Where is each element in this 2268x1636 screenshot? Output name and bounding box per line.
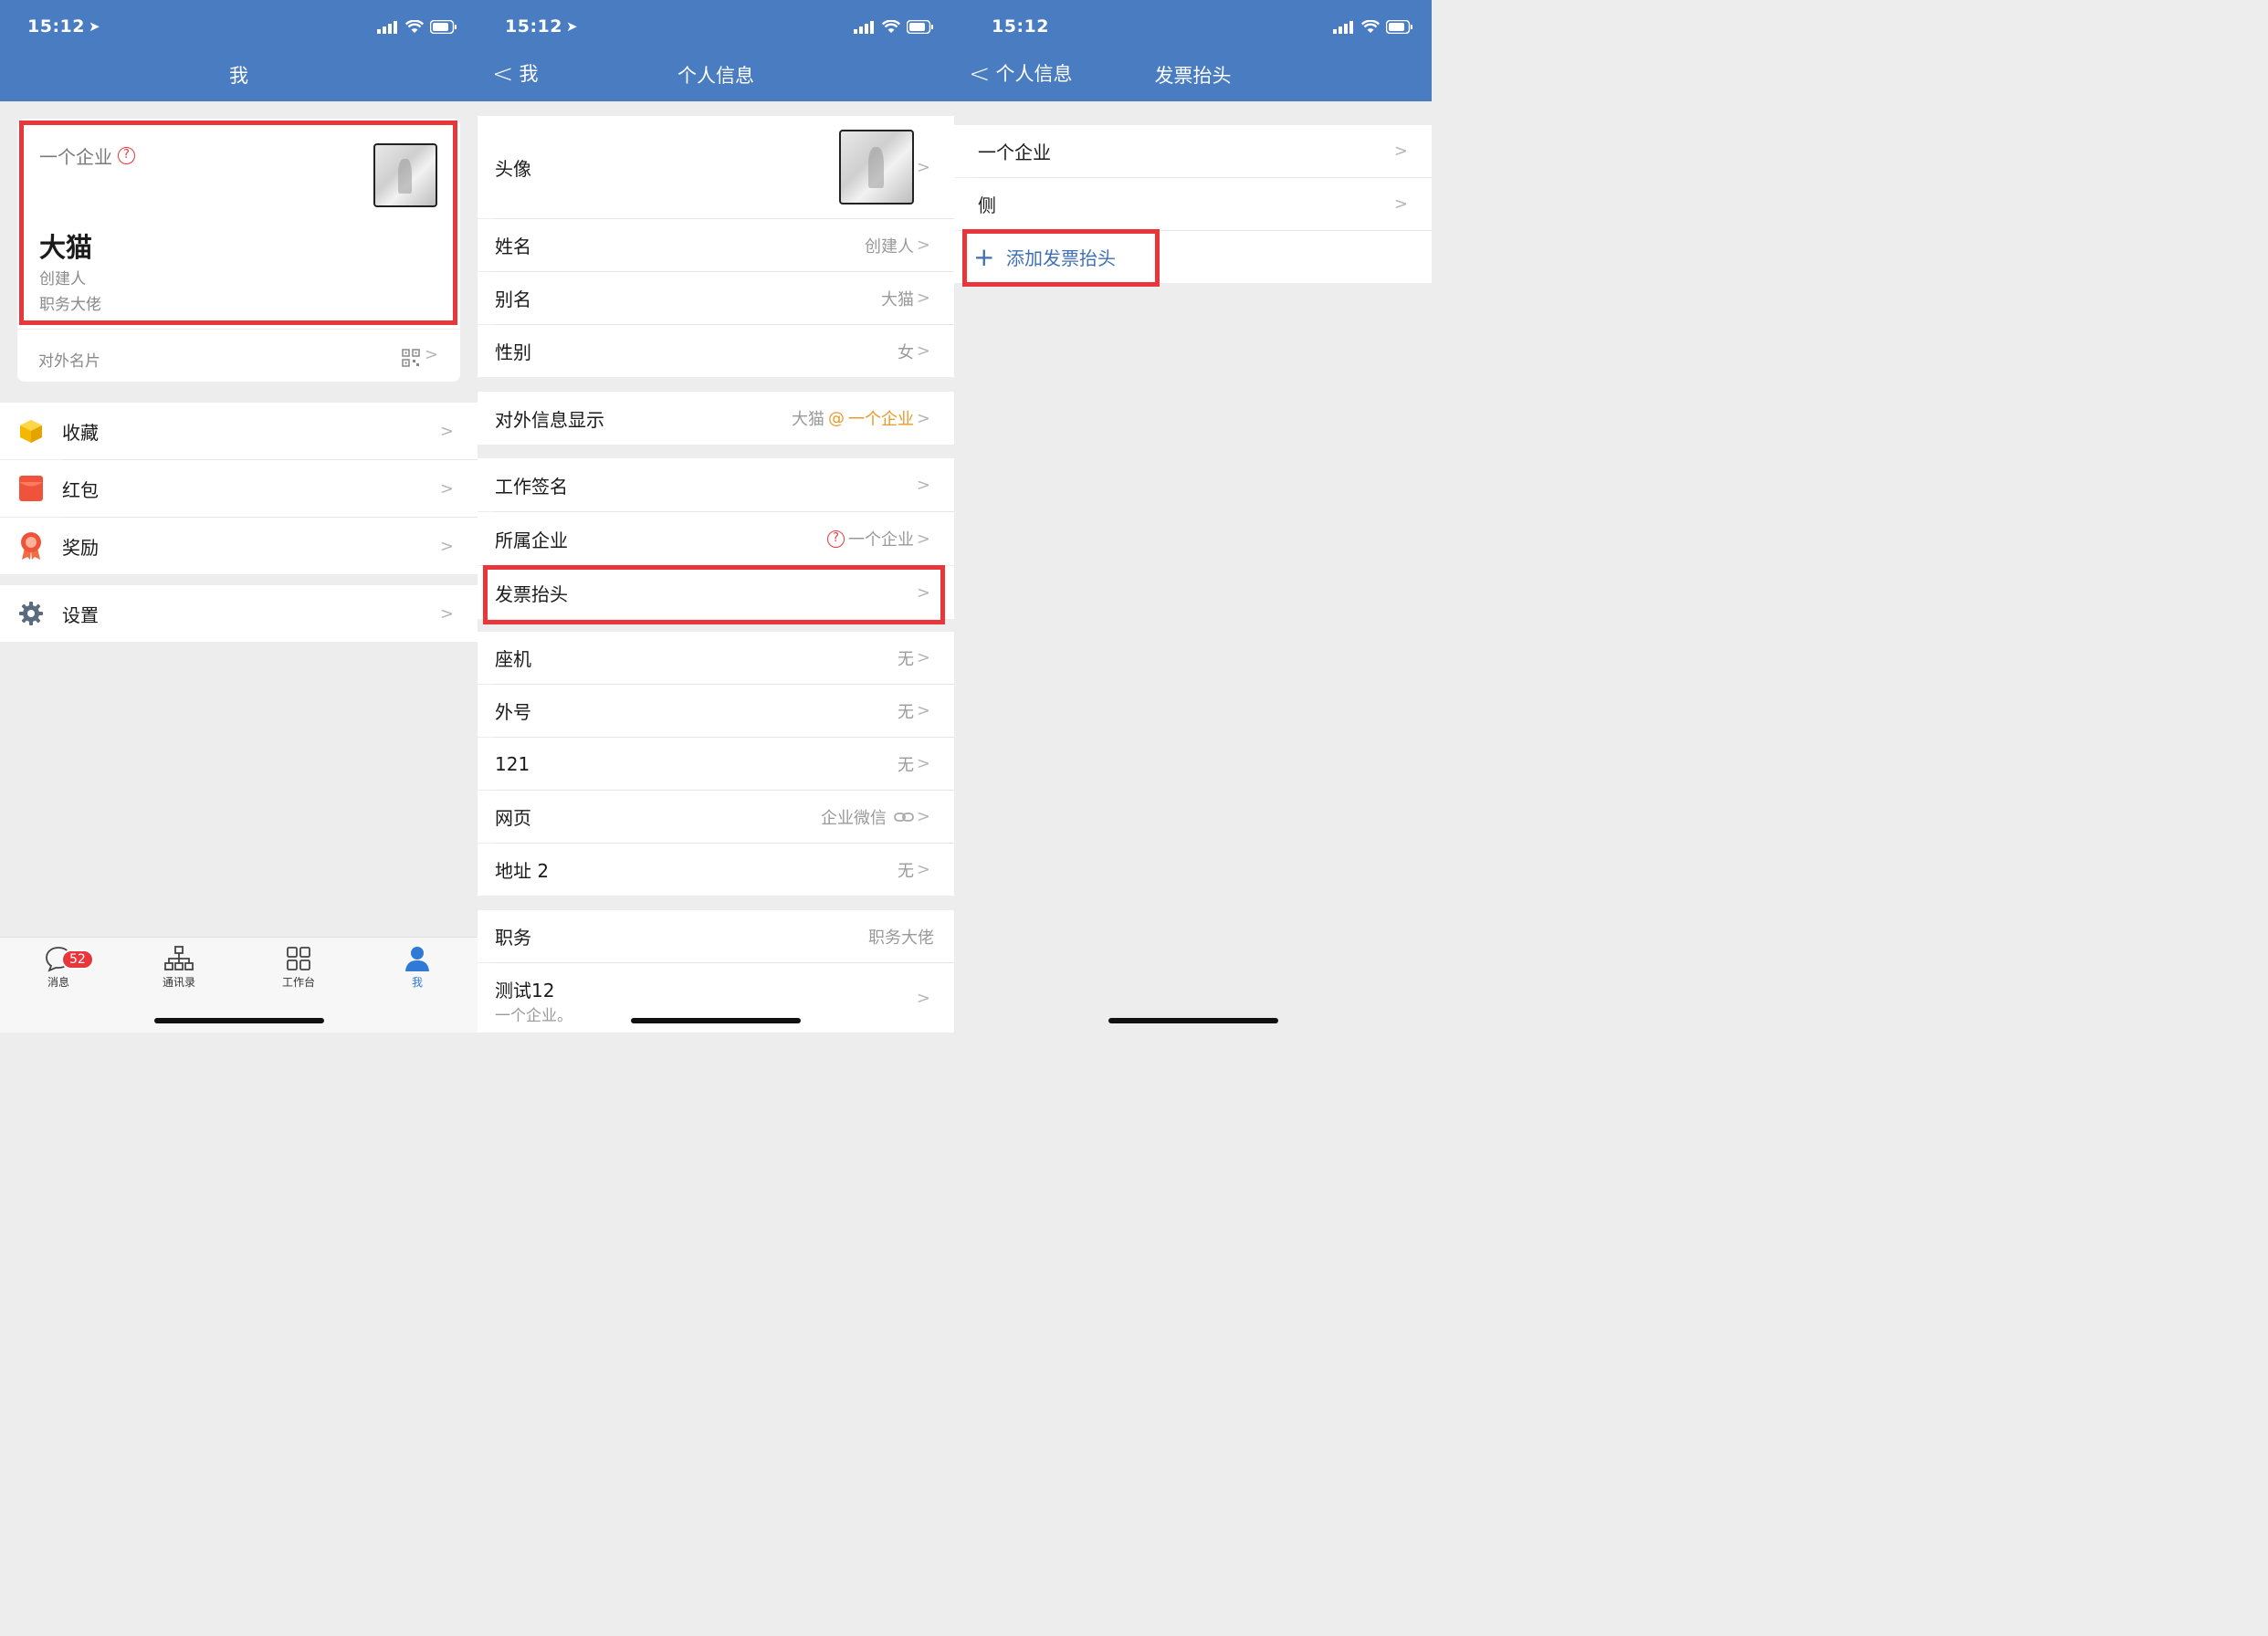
wifi-icon bbox=[405, 20, 424, 33]
battery-icon bbox=[1386, 20, 1412, 34]
chevron-right-icon: > bbox=[439, 603, 454, 624]
battery-icon bbox=[907, 20, 933, 34]
page-title: 个人信息 bbox=[677, 65, 754, 87]
home-indicator bbox=[1108, 1018, 1278, 1023]
status-icons bbox=[1333, 20, 1413, 34]
chevron-right-icon: > bbox=[439, 536, 454, 556]
work-signature-row[interactable]: 工作签名 > bbox=[478, 458, 954, 511]
page-title: 发票抬头 bbox=[1154, 65, 1232, 87]
status-time: 15:12 bbox=[992, 16, 1049, 37]
name-row[interactable]: 姓名 创建人 > bbox=[478, 219, 954, 271]
location-arrow-icon: ➤ bbox=[88, 18, 101, 35]
tab-workbench[interactable]: 工作台 bbox=[267, 945, 331, 990]
chevron-right-icon: > bbox=[1393, 194, 1408, 214]
status-time: 15:12 ➤ bbox=[505, 16, 579, 37]
company-row[interactable]: 所属企业 ? 一个企业 > bbox=[478, 512, 954, 565]
tab-bar: 消息 52 通讯录 工作台 我 bbox=[0, 937, 478, 1033]
chevron-right-icon: > bbox=[916, 157, 930, 177]
personal-info-screen: 15:12 ➤ < 我 个人信息 头像 > 姓名 创建人 > 别名 大猫 > 性别… bbox=[478, 0, 954, 1033]
wifi-icon bbox=[1361, 20, 1380, 33]
highlight-add-button bbox=[962, 229, 1160, 287]
webpage-row[interactable]: 网页 企业微信 > bbox=[478, 791, 954, 843]
me-screen: 15:12 ➤ 我 一个企业 ? 大猫 创建人 职务大佬 对外名片 > 收藏 > … bbox=[0, 0, 478, 1033]
nav-bar: 15:12 ➤ < 我 个人信息 bbox=[478, 0, 954, 101]
chevron-right-icon: > bbox=[916, 529, 930, 549]
chevron-right-icon: > bbox=[916, 860, 930, 879]
unread-badge: 52 bbox=[61, 949, 94, 970]
menu-settings[interactable]: 设置 > bbox=[0, 585, 478, 642]
location-arrow-icon: ➤ bbox=[565, 18, 579, 35]
box-icon bbox=[20, 420, 42, 443]
chevron-right-icon: > bbox=[916, 648, 930, 667]
highlight-profile-box bbox=[19, 121, 457, 325]
chevron-right-icon: > bbox=[916, 807, 930, 826]
chevron-right-icon: > bbox=[916, 408, 930, 428]
chevron-right-icon: > bbox=[916, 988, 930, 1008]
nickname-row[interactable]: 外号 无 > bbox=[478, 685, 954, 737]
chevron-right-icon: > bbox=[439, 421, 454, 441]
invoice-item[interactable]: 侧 > bbox=[954, 178, 1432, 230]
status-time: 15:12 ➤ bbox=[27, 16, 101, 37]
tab-contacts[interactable]: 通讯录 bbox=[147, 945, 211, 990]
address-row[interactable]: 地址 2 无 > bbox=[478, 844, 954, 896]
chevron-right-icon: > bbox=[916, 236, 930, 255]
help-icon[interactable]: ? bbox=[827, 530, 845, 548]
chevron-right-icon: > bbox=[916, 341, 930, 361]
battery-icon bbox=[430, 20, 457, 34]
home-indicator bbox=[153, 1018, 324, 1023]
org-chart-icon bbox=[164, 946, 194, 970]
highlight-invoice-row bbox=[483, 565, 945, 624]
chevron-right-icon: > bbox=[1393, 142, 1408, 161]
position-row: 职务 职务大佬 bbox=[478, 910, 954, 962]
chevron-right-icon: > bbox=[439, 478, 454, 498]
custom-121-row[interactable]: 121 无 > bbox=[478, 738, 954, 790]
gender-row[interactable]: 性别 女 > bbox=[478, 325, 954, 377]
tab-me[interactable]: 我 bbox=[385, 945, 449, 990]
page-title: 我 bbox=[229, 65, 248, 87]
nav-bar: 15:12 ➤ 我 bbox=[0, 0, 478, 101]
avatar bbox=[839, 130, 914, 204]
chevron-right-icon: > bbox=[916, 701, 930, 720]
external-card-label: 对外名片 bbox=[38, 352, 100, 371]
menu-favorites[interactable]: 收藏 > bbox=[0, 403, 478, 459]
external-card-row[interactable]: 对外名片 > bbox=[17, 329, 460, 382]
chevron-right-icon: > bbox=[424, 345, 438, 364]
invoice-title-screen: 15:12 < 个人信息 发票抬头 一个企业 > 侧 > + 添加发票抬头 bbox=[954, 0, 1432, 1033]
alias-row[interactable]: 别名 大猫 > bbox=[478, 272, 954, 324]
external-info-row[interactable]: 对外信息显示 大猫 @ 一个企业 > bbox=[478, 392, 954, 445]
landline-row[interactable]: 座机 无 > bbox=[478, 632, 954, 684]
qr-code-icon bbox=[402, 349, 420, 367]
avatar-row[interactable]: 头像 > bbox=[478, 116, 954, 218]
signal-icon bbox=[1333, 20, 1353, 34]
chevron-right-icon: > bbox=[916, 475, 930, 495]
signal-icon bbox=[377, 20, 397, 34]
nav-bar: 15:12 < 个人信息 发票抬头 bbox=[954, 0, 1432, 101]
chevron-right-icon: > bbox=[916, 754, 930, 773]
grid-icon bbox=[287, 947, 310, 970]
person-icon bbox=[405, 947, 429, 971]
tab-messages[interactable]: 消息 52 bbox=[26, 945, 94, 990]
red-envelope-icon bbox=[19, 476, 43, 501]
status-icons bbox=[377, 20, 457, 34]
award-ribbon-icon bbox=[21, 532, 41, 560]
menu-red-envelope[interactable]: 红包 > bbox=[0, 460, 478, 517]
invoice-item[interactable]: 一个企业 > bbox=[954, 125, 1432, 177]
chevron-right-icon: > bbox=[916, 288, 930, 308]
wifi-icon bbox=[882, 20, 900, 33]
home-indicator bbox=[631, 1018, 801, 1023]
link-icon bbox=[894, 812, 914, 822]
signal-icon bbox=[854, 20, 874, 34]
status-icons bbox=[854, 20, 934, 34]
menu-rewards[interactable]: 奖励 > bbox=[0, 518, 478, 574]
gear-icon bbox=[19, 602, 43, 625]
